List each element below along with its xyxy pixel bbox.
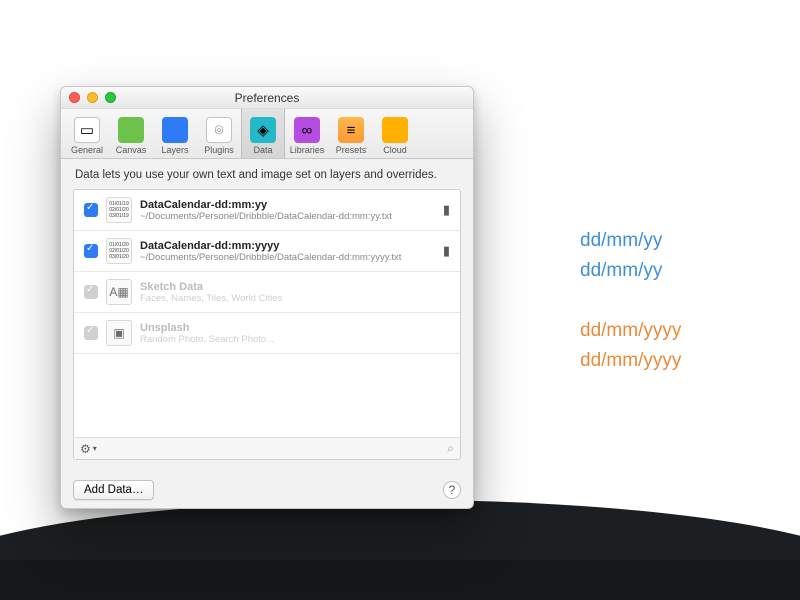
sliders-icon: ≡ <box>338 117 364 143</box>
data-row[interactable]: 01/01/20 02/01/20 03/01/20 DataCalendar-… <box>74 231 460 272</box>
tab-canvas-label: Canvas <box>116 145 147 155</box>
annotation-ddmmyyyy-2: dd/mm/yyyy <box>580 350 681 372</box>
preferences-window: Preferences ▭ General Canvas Layers ⌾ Plug… <box>60 86 474 509</box>
tab-data[interactable]: ◈ Data <box>241 108 285 158</box>
canvas-icon <box>118 117 144 143</box>
window-title: Preferences <box>235 91 300 105</box>
row-subtitle: Faces, Names, Tiles, World Cities <box>140 293 450 304</box>
tab-canvas[interactable]: Canvas <box>109 108 153 158</box>
tab-data-label: Data <box>253 145 272 155</box>
reveal-in-finder-icon[interactable]: ▮ <box>443 202 450 218</box>
row-subtitle: Random Photo, Search Photo... <box>140 334 450 345</box>
content: Data lets you use your own text and imag… <box>61 159 473 472</box>
checkbox[interactable] <box>84 244 98 258</box>
row-subtitle: ~/Documents/Personel/Dribbble/DataCalend… <box>140 252 435 263</box>
tab-presets[interactable]: ≡ Presets <box>329 108 373 158</box>
list-footer: ⚙︎ ▾ ⌕ <box>74 437 460 459</box>
data-row[interactable]: ▣ Unsplash Random Photo, Search Photo... <box>74 313 460 354</box>
reveal-in-finder-icon[interactable]: ▮ <box>443 243 450 259</box>
checkbox[interactable] <box>84 285 98 299</box>
minimize-icon[interactable] <box>87 92 98 103</box>
tab-general-label: General <box>71 145 103 155</box>
annotation-ddmmyy-1: dd/mm/yy <box>580 230 662 252</box>
checkbox[interactable] <box>84 326 98 340</box>
text-file-icon: 01/01/19 02/01/20 03/01/19 <box>106 197 132 223</box>
zoom-icon[interactable] <box>105 92 116 103</box>
chevron-down-icon: ▾ <box>93 444 97 453</box>
tab-plugins-label: Plugins <box>204 145 234 155</box>
checkbox[interactable] <box>84 203 98 217</box>
sketch-data-icon: A▦ <box>106 279 132 305</box>
plugin-icon: ⌾ <box>206 117 232 143</box>
row-subtitle: ~/Documents/Personel/Dribbble/DataCalend… <box>140 211 435 222</box>
tab-libraries[interactable]: ∞ Libraries <box>285 108 329 158</box>
help-button[interactable]: ? <box>443 481 461 499</box>
tab-general[interactable]: ▭ General <box>65 108 109 158</box>
data-row[interactable]: A▦ Sketch Data Faces, Names, Tiles, Worl… <box>74 272 460 313</box>
tab-layers[interactable]: Layers <box>153 108 197 158</box>
annotation-ddmmyy-2: dd/mm/yy <box>580 260 662 282</box>
image-placeholder-icon: ▣ <box>106 320 132 346</box>
data-source-list: 01/01/19 02/01/20 03/01/19 DataCalendar-… <box>73 189 461 460</box>
search-icon[interactable]: ⌕ <box>447 441 454 456</box>
close-icon[interactable] <box>69 92 80 103</box>
footer: Add Data… ? <box>61 472 473 508</box>
text-file-icon: 01/01/20 02/01/20 03/01/20 <box>106 238 132 264</box>
stack-icon: ◈ <box>250 117 276 143</box>
tab-cloud[interactable]: Cloud <box>373 108 417 158</box>
toolbar: ▭ General Canvas Layers ⌾ Plugins ◈ Data ∞ L… <box>61 109 473 159</box>
row-title: DataCalendar-dd:mm:yy <box>140 199 435 211</box>
tab-layers-label: Layers <box>161 145 188 155</box>
annotation-ddmmyyyy-1: dd/mm/yyyy <box>580 320 681 342</box>
link-icon: ∞ <box>294 117 320 143</box>
hint-text: Data lets you use your own text and imag… <box>75 169 461 181</box>
titlebar[interactable]: Preferences <box>61 87 473 109</box>
tab-cloud-label: Cloud <box>383 145 407 155</box>
layers-icon <box>162 117 188 143</box>
data-row[interactable]: 01/01/19 02/01/20 03/01/19 DataCalendar-… <box>74 190 460 231</box>
row-title: Unsplash <box>140 322 450 334</box>
tab-plugins[interactable]: ⌾ Plugins <box>197 108 241 158</box>
add-data-button[interactable]: Add Data… <box>73 480 154 500</box>
cloud-icon <box>382 117 408 143</box>
phone-icon: ▭ <box>74 117 100 143</box>
tab-presets-label: Presets <box>336 145 367 155</box>
row-title: DataCalendar-dd:mm:yyyy <box>140 240 435 252</box>
row-title: Sketch Data <box>140 281 450 293</box>
gear-menu[interactable]: ⚙︎ ▾ <box>80 442 97 456</box>
tab-libraries-label: Libraries <box>290 145 325 155</box>
